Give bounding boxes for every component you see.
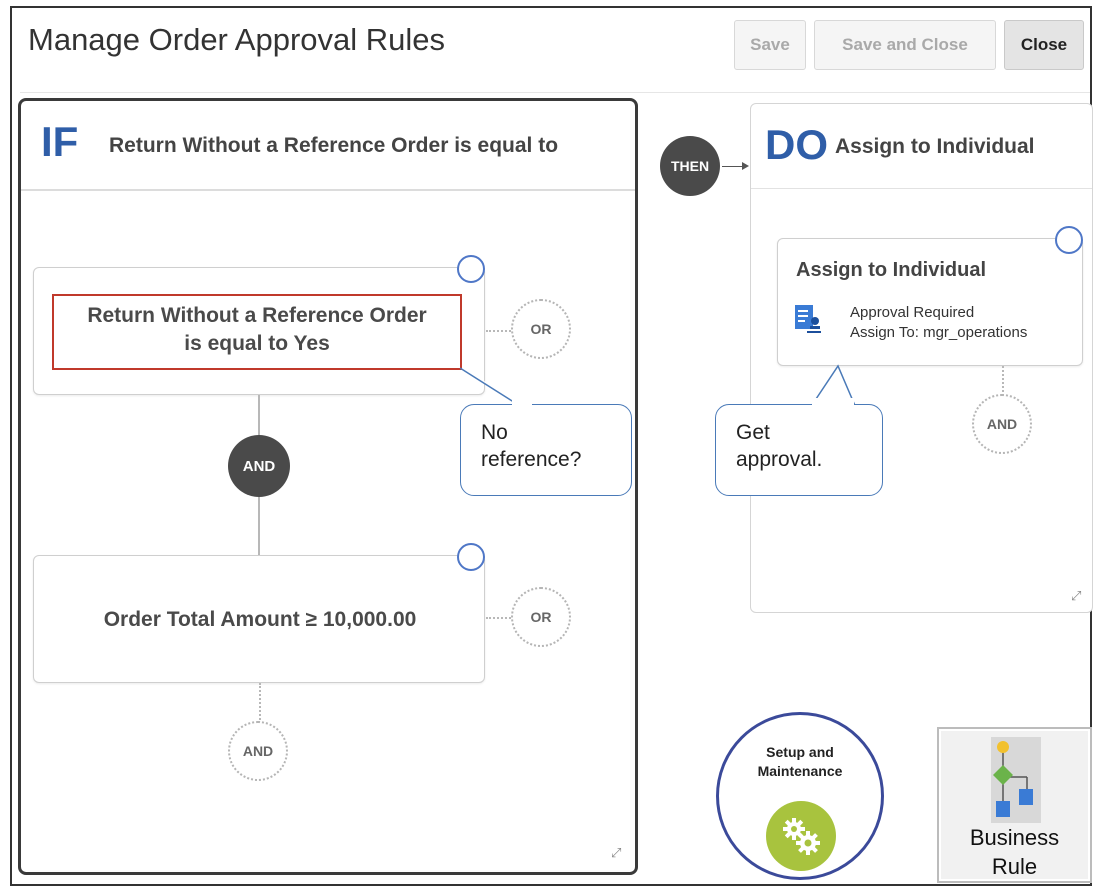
callout-get-approval-line-2: approval. [736, 448, 823, 471]
then-connector: THEN [660, 136, 720, 196]
save-and-close-button[interactable]: Save and Close [814, 20, 996, 70]
setup-and-maintenance-button[interactable]: Setup and Maintenance [716, 712, 884, 880]
action-title: Assign to Individual [796, 259, 987, 281]
business-rule-line-2: Rule [991, 854, 1038, 879]
resize-icon[interactable]: ⤢ [611, 845, 621, 861]
select-circle-condition-2[interactable] [457, 543, 485, 571]
condition-text: Return Without a Reference Order is equa… [52, 302, 462, 358]
or-connector-line [486, 330, 514, 332]
setup-and-maintenance-label: Setup and Maintenance [719, 743, 881, 781]
business-rule-icon [981, 735, 1051, 825]
select-circle-action[interactable] [1055, 226, 1083, 254]
action-card-assign-individual[interactable]: Assign to Individual Approval Required A… [777, 238, 1083, 366]
do-resize-icon[interactable]: ⤢ [1071, 588, 1081, 604]
add-and-button[interactable]: AND [228, 721, 288, 781]
toolbar-divider [20, 92, 1090, 93]
or-connector-line-2 [486, 617, 514, 619]
business-rule-label: Business Rule [939, 823, 1090, 881]
approval-document-icon [794, 303, 822, 337]
action-detail-2: Assign To: mgr_operations [850, 324, 1028, 341]
callout-no-reference-line-2: reference? [481, 448, 582, 471]
save-and-close-label: Save and Close [842, 35, 968, 54]
condition-card-order-total[interactable]: Order Total Amount ≥ 10,000.00 [33, 555, 485, 683]
callout-get-approval-line-1: Get [736, 421, 770, 444]
page-title: Manage Order Approval Rules [28, 22, 446, 57]
callout-no-reference: No reference? [460, 404, 632, 496]
condition-line-2: is equal to Yes [184, 332, 330, 355]
do-header-text: Assign to Individual [835, 135, 1035, 158]
and-connector-line-bottom [258, 497, 260, 555]
action-details: Approval Required Assign To: mgr_operati… [850, 303, 1076, 343]
do-panel[interactable]: DO Assign to Individual Assign to Indivi… [750, 103, 1093, 613]
and-joiner[interactable]: AND [228, 435, 290, 497]
if-header[interactable]: IF Return Without a Reference Order is e… [21, 101, 635, 191]
close-button[interactable]: Close [1004, 20, 1084, 70]
add-and-connector-line [259, 683, 261, 723]
condition-card-return-without-reference[interactable]: Return Without a Reference Order is equa… [33, 267, 485, 395]
gears-icon [766, 801, 836, 871]
do-add-and-connector-line [1002, 366, 1004, 396]
callout-no-reference-notch [512, 399, 532, 407]
select-circle-condition-1[interactable] [457, 255, 485, 283]
callout-get-approval: Get approval. [715, 404, 883, 496]
callout-no-reference-line-1: No [481, 421, 508, 444]
action-detail-1: Approval Required [850, 304, 975, 321]
if-header-text: Return Without a Reference Order is equa… [109, 134, 559, 157]
then-arrow-line [722, 166, 744, 167]
do-add-and-button[interactable]: AND [972, 394, 1032, 454]
business-rule-tile[interactable]: Business Rule [937, 727, 1092, 883]
condition-text-order-total: Order Total Amount ≥ 10,000.00 [103, 608, 417, 631]
then-arrow-head-icon [742, 162, 749, 170]
save-button[interactable]: Save [734, 20, 806, 70]
or-button-condition-2[interactable]: OR [511, 587, 571, 647]
setup-line-2: Maintenance [757, 763, 843, 779]
do-header[interactable]: DO Assign to Individual [751, 104, 1092, 189]
do-keyword: DO [765, 121, 828, 168]
business-rule-line-1: Business [969, 825, 1060, 850]
if-keyword: IF [41, 118, 79, 165]
setup-line-1: Setup and [766, 744, 834, 760]
callout-get-approval-notch [812, 398, 854, 407]
condition-line-1: Return Without a Reference Order [87, 304, 427, 327]
or-button-condition-1[interactable]: OR [511, 299, 571, 359]
